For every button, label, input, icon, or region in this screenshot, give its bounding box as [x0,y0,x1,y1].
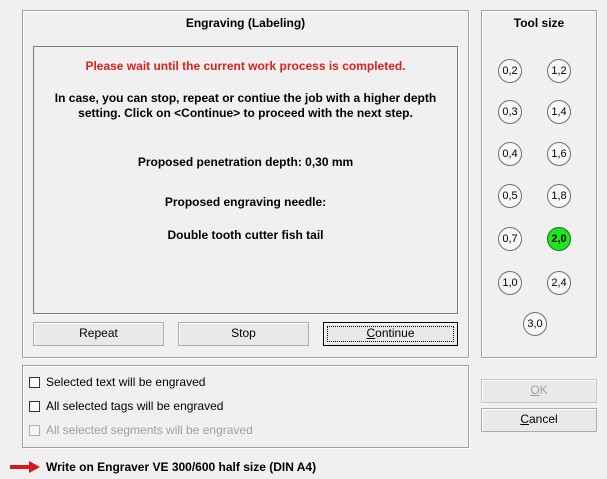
needle-value: Double tooth cutter fish tail [167,228,324,242]
tool-size-0-7[interactable]: 0,7 [498,227,522,251]
info-line-2: setting. Click on <Continue> to proceed … [78,106,413,120]
status-text: Write on Engraver VE 300/600 half size (… [46,460,317,474]
repeat-button[interactable]: Repeat [33,322,164,346]
tool-size-1-8[interactable]: 1,8 [547,184,571,208]
tool-size-3-0[interactable]: 3,0 [523,312,547,336]
option-row[interactable]: All selected tags will be engraved [29,398,223,414]
engraving-group: Engraving (Labeling) Please wait until t… [22,10,469,358]
continue-label: Continue [366,326,415,340]
tool-size-1-2[interactable]: 1,2 [547,59,571,83]
tool-size-0-3[interactable]: 0,3 [498,100,522,124]
tool-size-2-0[interactable]: 2,0 [547,227,571,251]
warning-text: Please wait until the current work proce… [85,59,406,73]
tool-size-0-5[interactable]: 0,5 [498,184,522,208]
stop-button[interactable]: Stop [178,322,309,346]
option-checkbox [29,424,40,436]
options-group: Selected text will be engraved All select… [22,365,469,448]
option-row[interactable]: Selected text will be engraved [29,374,205,390]
option-checkbox[interactable] [29,400,40,412]
option-label: All selected segments will be engraved [46,423,253,437]
engraving-title: Engraving (Labeling) [185,16,306,30]
tool-size-1-6[interactable]: 1,6 [547,142,571,166]
needle-label: Proposed engraving needle: [164,195,327,209]
cancel-label: Cancel [520,412,558,426]
option-label: Selected text will be engraved [46,375,206,389]
continue-button[interactable]: Continue [323,322,458,346]
tool-size-1-0[interactable]: 1,0 [498,271,522,295]
tool-size-group: Tool size 0,2 1,2 0,3 1,4 0,4 1,6 0,5 1,8 0,7 2,0… [481,10,597,358]
message-panel: Please wait until the current work proce… [33,46,458,314]
ok-label: OK [530,383,548,397]
tool-size-2-4[interactable]: 2,4 [547,271,571,295]
tool-size-0-2[interactable]: 0,2 [498,59,522,83]
option-row: All selected segments will be engraved [29,422,253,438]
tool-size-title: Tool size [513,16,565,30]
arrow-right-icon [10,461,40,473]
tool-size-0-4[interactable]: 0,4 [498,142,522,166]
repeat-label: Repeat [79,326,118,340]
penetration-depth-text: Proposed penetration depth: 0,30 mm [137,155,354,169]
tool-size-1-4[interactable]: 1,4 [547,100,571,124]
info-line-1: In case, you can stop, repeat or contiue… [54,91,437,105]
option-checkbox[interactable] [29,376,40,388]
ok-button[interactable]: OK [481,379,597,403]
status-bar: Write on Engraver VE 300/600 half size (… [10,459,600,475]
cancel-button[interactable]: Cancel [481,408,597,432]
stop-label: Stop [231,326,256,340]
option-label: All selected tags will be engraved [46,399,224,413]
